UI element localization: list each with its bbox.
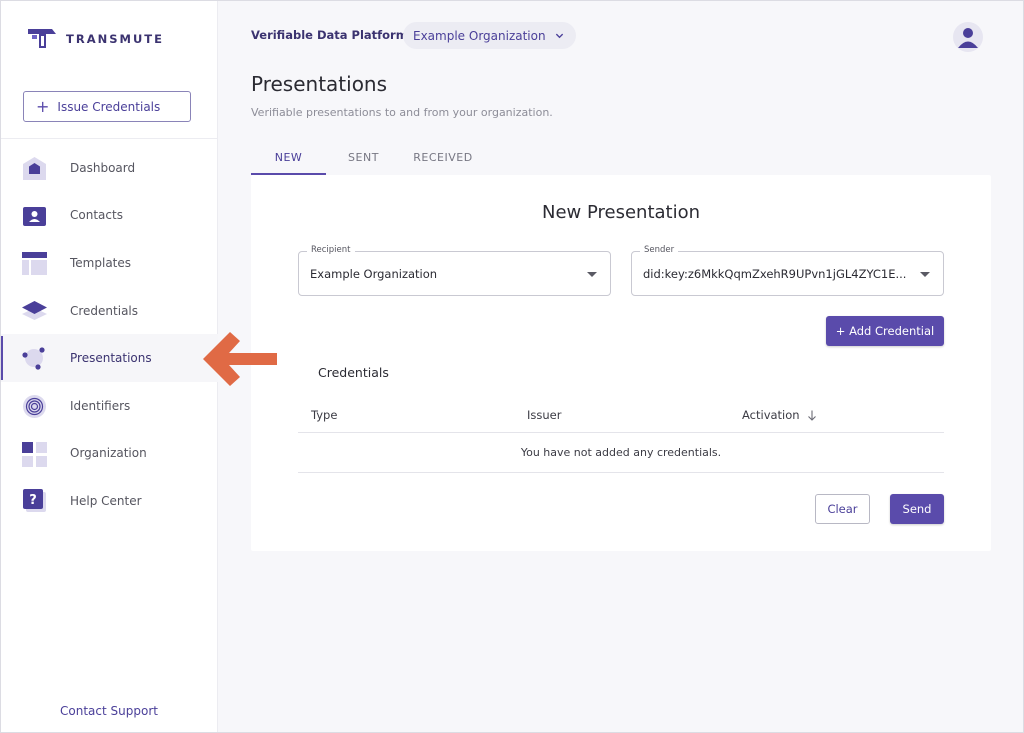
page-subtitle: Verifiable presentations to and from you… [251,106,553,119]
sidebar: TRANSMUTE + Issue Credentials Dashboard … [0,0,218,733]
sidebar-item-contacts[interactable]: Contacts [0,192,218,240]
presentation-nodes-icon [22,347,45,370]
chevron-down-icon [555,33,563,39]
help-icon: ? [23,489,46,513]
sender-value: did:key:z6MkkQqmZxehR9UPvn1jGL4ZYC1E... [643,267,907,281]
svg-text:?: ? [29,493,37,508]
column-header-type[interactable]: Type [311,408,337,422]
card-title: New Presentation [541,202,701,223]
home-icon [23,157,46,180]
sidebar-divider [0,138,218,139]
sidebar-item-label: Help Center [70,493,142,508]
sidebar-item-label: Identifiers [70,398,131,413]
issue-credentials-button[interactable]: + Issue Credentials [23,91,191,122]
fingerprint-icon [23,394,46,418]
sidebar-item-dashboard[interactable]: Dashboard [0,144,218,192]
presentation-tabs: NEW SENT RECEIVED [251,140,485,175]
column-header-label: Type [311,408,338,422]
tab-received[interactable]: RECEIVED [401,140,485,175]
sidebar-item-label: Organization [70,446,147,461]
grid-icon [22,441,47,467]
send-button[interactable]: Send [890,494,944,524]
sidebar-item-help-center[interactable]: ? Help Center [0,477,218,525]
empty-message: You have not added any credentials. [520,446,722,459]
user-avatar[interactable] [953,22,983,52]
sidebar-item-label: Presentations [70,351,152,366]
column-header-activation[interactable]: Activation [742,408,817,422]
sidebar-nav: Dashboard Contacts Templates Credentials… [0,144,218,525]
table-empty-row: You have not added any credentials. [298,433,944,473]
sidebar-item-label: Templates [70,255,132,270]
brand-name: TRANSMUTE [66,32,164,46]
sidebar-item-presentations[interactable]: Presentations [0,334,218,382]
organization-selector[interactable]: Example Organization [403,22,576,49]
plus-icon: + [36,96,50,116]
credentials-table: Type Issuer Activation You have not adde… [298,396,944,473]
column-header-issuer[interactable]: Issuer [527,408,561,422]
sidebar-item-label: Contacts [70,208,123,223]
table-header: Type Issuer Activation [298,396,944,433]
sidebar-item-credentials[interactable]: Credentials [0,287,218,335]
sidebar-item-label: Credentials [70,303,139,318]
sender-label: Sender [640,245,679,255]
annotation-arrow-icon [203,332,277,386]
sidebar-item-templates[interactable]: Templates [0,239,218,287]
clear-button[interactable]: Clear [815,494,870,524]
add-credential-button[interactable]: + Add Credential [826,316,944,346]
sort-arrow-down-icon [807,410,816,421]
credentials-heading: Credentials [318,365,389,380]
dropdown-caret-icon [587,272,597,277]
template-layout-icon [22,252,47,276]
contact-card-icon [23,206,46,226]
recipient-value: Example Organization [310,267,438,281]
page-title: Presentations [251,72,388,96]
transmute-logo-icon [28,29,56,48]
brand-logo[interactable]: TRANSMUTE [26,26,164,52]
recipient-label: Recipient [307,245,355,255]
tab-sent[interactable]: SENT [326,140,401,175]
organization-selector-label: Example Organization [413,28,546,43]
layers-icon [22,300,47,320]
sidebar-item-label: Dashboard [70,160,136,175]
platform-title: Verifiable Data Platform [251,28,408,42]
issue-credentials-label: Issue Credentials [57,99,161,114]
column-header-label: Issuer [527,408,562,422]
recipient-select[interactable]: Recipient Example Organization [298,245,611,296]
column-header-label: Activation [742,408,800,422]
new-presentation-card: New Presentation Recipient Example Organ… [251,175,991,551]
dropdown-caret-icon [920,272,930,277]
contact-support-link[interactable]: Contact Support [0,704,218,718]
sidebar-item-organization[interactable]: Organization [0,430,218,478]
tab-new[interactable]: NEW [251,140,326,175]
sidebar-item-identifiers[interactable]: Identifiers [0,382,218,430]
user-icon [958,28,978,48]
sender-select[interactable]: Sender did:key:z6MkkQqmZxehR9UPvn1jGL4ZY… [631,245,944,296]
